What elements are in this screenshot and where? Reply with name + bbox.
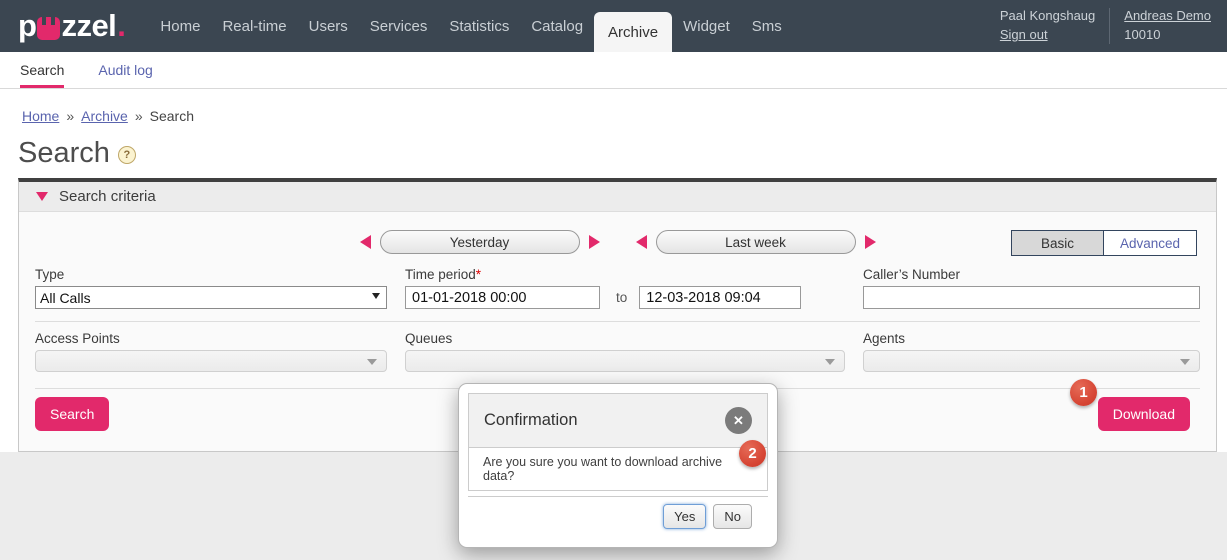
- sub-navigation: Search Audit log: [0, 52, 1227, 89]
- sign-out-link[interactable]: Sign out: [1000, 27, 1095, 44]
- breadcrumb-current: Search: [150, 108, 194, 124]
- search-criteria-header[interactable]: Search criteria: [19, 182, 1216, 212]
- basic-mode-button[interactable]: Basic: [1012, 231, 1104, 255]
- tab-widget[interactable]: Widget: [672, 0, 741, 52]
- subtab-search[interactable]: Search: [20, 52, 64, 88]
- access-points-select[interactable]: [35, 350, 387, 372]
- topnav-items: Home Real-time Users Services Statistics…: [149, 0, 792, 52]
- type-label: Type: [35, 267, 387, 282]
- puzzel-logo[interactable]: pzzel.: [0, 0, 149, 52]
- logo-text-p: p: [18, 8, 36, 44]
- tab-archive[interactable]: Archive: [594, 12, 672, 52]
- dialog-title: Confirmation: [484, 411, 578, 430]
- queues-label: Queues: [405, 331, 845, 346]
- access-points-label: Access Points: [35, 331, 387, 346]
- collapse-triangle-icon[interactable]: [36, 192, 48, 201]
- time-period-label: Time period*: [405, 267, 845, 282]
- dropdown-arrow-icon: [825, 359, 835, 365]
- mode-toggle: Basic Advanced: [1011, 230, 1197, 256]
- logo-text-zzel: zzel: [61, 8, 116, 44]
- type-select[interactable]: All Calls: [35, 286, 387, 309]
- time-period-from-input[interactable]: [405, 286, 600, 309]
- row-divider: [35, 321, 1200, 322]
- customer-id: 10010: [1124, 27, 1211, 44]
- top-navigation: pzzel. Home Real-time Users Services Sta…: [0, 0, 1227, 52]
- dialog-message: Are you sure you want to download archiv…: [483, 455, 753, 483]
- yesterday-button[interactable]: Yesterday: [380, 230, 580, 254]
- step-1-badge: 1: [1070, 379, 1097, 406]
- callers-number-input[interactable]: [863, 286, 1200, 309]
- last-week-next-icon[interactable]: [865, 235, 876, 249]
- search-button[interactable]: Search: [35, 397, 109, 431]
- dropdown-arrow-icon: [367, 359, 377, 365]
- tab-catalog[interactable]: Catalog: [520, 0, 594, 52]
- breadcrumb-separator: »: [135, 108, 143, 124]
- to-label: to: [616, 290, 627, 305]
- step-2-badge: 2: [739, 440, 766, 467]
- dropdown-arrow-icon: [1180, 359, 1190, 365]
- close-icon[interactable]: ✕: [725, 407, 752, 434]
- tab-users[interactable]: Users: [298, 0, 359, 52]
- tab-services[interactable]: Services: [359, 0, 439, 52]
- yesterday-next-icon[interactable]: [589, 235, 600, 249]
- breadcrumb-archive-link[interactable]: Archive: [81, 108, 128, 124]
- last-week-prev-icon[interactable]: [636, 235, 647, 249]
- tab-real-time[interactable]: Real-time: [211, 0, 297, 52]
- confirmation-dialog: Confirmation ✕ Are you sure you want to …: [458, 383, 778, 548]
- user-name: Paal Kongshaug: [1000, 8, 1095, 25]
- breadcrumb-home-link[interactable]: Home: [22, 108, 59, 124]
- dialog-divider: [468, 496, 768, 497]
- no-button[interactable]: No: [713, 504, 752, 529]
- dialog-footer: Yes No: [468, 504, 768, 529]
- agents-select[interactable]: [863, 350, 1200, 372]
- advanced-mode-button[interactable]: Advanced: [1104, 231, 1196, 255]
- agents-label: Agents: [863, 331, 1200, 346]
- breadcrumb: Home » Archive » Search: [22, 108, 1227, 124]
- breadcrumb-separator: »: [66, 108, 74, 124]
- yes-button[interactable]: Yes: [663, 504, 706, 529]
- yesterday-prev-icon[interactable]: [360, 235, 371, 249]
- time-period-to-input[interactable]: [639, 286, 801, 309]
- subtab-audit-log[interactable]: Audit log: [98, 52, 152, 88]
- callers-number-label: Caller’s Number: [863, 267, 1200, 282]
- required-asterisk: *: [476, 267, 481, 282]
- help-icon[interactable]: ?: [118, 146, 136, 164]
- tab-statistics[interactable]: Statistics: [438, 0, 520, 52]
- user-area: Paal Kongshaug Sign out Andreas Demo 100…: [1000, 0, 1227, 52]
- page-title: Search: [18, 137, 110, 170]
- dialog-header: Confirmation ✕: [468, 393, 768, 448]
- user-divider: [1109, 8, 1110, 44]
- dialog-body: Are you sure you want to download archiv…: [468, 448, 768, 491]
- logo-u-mark-icon: [37, 17, 60, 40]
- queues-select[interactable]: [405, 350, 845, 372]
- tab-sms[interactable]: Sms: [741, 0, 793, 52]
- account-link[interactable]: Andreas Demo: [1124, 8, 1211, 25]
- last-week-button[interactable]: Last week: [656, 230, 856, 254]
- tab-home[interactable]: Home: [149, 0, 211, 52]
- panel-title: Search criteria: [59, 188, 156, 205]
- logo-dot: .: [117, 8, 125, 44]
- download-button[interactable]: Download: [1098, 397, 1190, 431]
